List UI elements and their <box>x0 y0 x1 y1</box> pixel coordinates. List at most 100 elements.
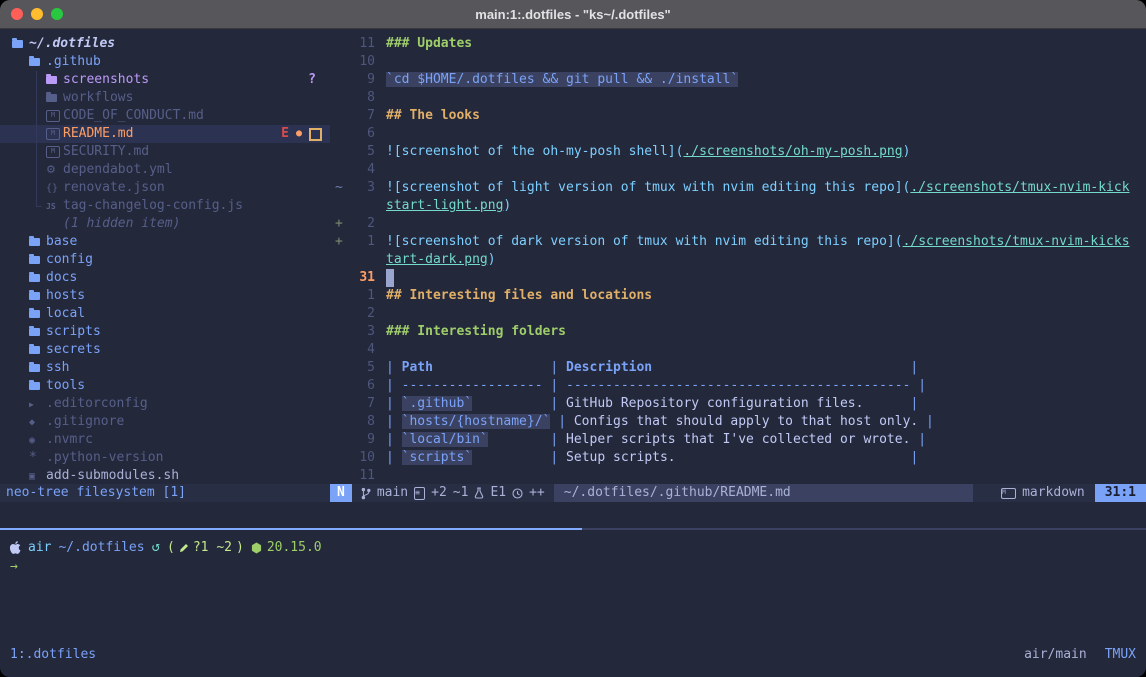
gutter-sign <box>330 161 349 179</box>
tmux-session-name: air/main <box>1024 645 1087 664</box>
editor-line[interactable]: 11### Updates <box>330 35 1146 53</box>
editor-line[interactable]: 1 ## Interesting files and locations <box>330 287 1146 305</box>
editor-line[interactable]: 8| `hosts/{hostname}/` | Configs that sh… <box>330 413 1146 431</box>
tree-item[interactable]: tag-changelog-config.js <box>0 197 330 215</box>
tree-item[interactable]: (1 hidden item) <box>0 215 330 233</box>
editor-line[interactable]: +2 <box>330 215 1146 233</box>
line-number: 2 <box>349 215 375 233</box>
tree-item[interactable]: .github <box>0 53 330 71</box>
markdown-icon <box>1001 488 1016 499</box>
tree-item[interactable]: base <box>0 233 330 251</box>
diff-changed: ~1 <box>453 484 469 502</box>
tree-item[interactable]: .python-version <box>0 449 330 467</box>
tree-item[interactable]: scripts <box>0 323 330 341</box>
tree-item[interactable]: ssh <box>0 359 330 377</box>
tree-item-label: secrets <box>46 341 101 359</box>
prompt-input-line[interactable]: → <box>10 557 1146 576</box>
line-number: 1 <box>349 287 375 305</box>
tree-item[interactable]: tools <box>0 377 330 395</box>
editor-line[interactable]: ~3![screenshot of light version of tmux … <box>330 179 1146 197</box>
line-number: 9 <box>349 71 375 89</box>
editor-line[interactable]: 8 <box>330 89 1146 107</box>
editor-line[interactable]: tart-dark.png) <box>330 251 1146 269</box>
editor-line[interactable]: 3 ### Interesting folders <box>330 323 1146 341</box>
tree-item[interactable]: .editorconfig <box>0 395 330 413</box>
prompt-host: air <box>28 538 51 557</box>
tree-item[interactable]: .nvmrc <box>0 431 330 449</box>
tree-item[interactable]: secrets <box>0 341 330 359</box>
syntax-span: ./screenshots/oh-my-posh.png <box>683 144 902 159</box>
shell-pane[interactable]: air ~/.dotfiles ↺ (?1 ~2) 20.15.0 → 1:.d… <box>0 530 1146 677</box>
editor-line[interactable]: 6| ------------------ | ----------------… <box>330 377 1146 395</box>
tree-item[interactable]: SECURITY.md <box>0 143 330 161</box>
window-title: main:1:.dotfiles - "ks~/.dotfiles" <box>0 7 1146 22</box>
gutter-sign <box>330 269 349 287</box>
syntax-span: `local/bin` <box>402 432 488 447</box>
line-number: 3 <box>349 323 375 341</box>
diagnostics-count: E1 <box>490 484 506 502</box>
mode-indicator: N <box>330 484 352 502</box>
gutter-sign <box>330 359 349 377</box>
editor-line[interactable]: 9`cd $HOME/.dotfiles && git pull && ./in… <box>330 71 1146 89</box>
syntax-span: | <box>910 396 918 411</box>
syntax-span: ./screenshots/tmux-nvim-kick <box>910 180 1129 195</box>
tree-item[interactable]: workflows <box>0 89 330 107</box>
syntax-span: ./screenshots/tmux-nvim-kicks <box>903 234 1130 249</box>
line-number: 5 <box>349 359 375 377</box>
editor-line[interactable]: 10 <box>330 53 1146 71</box>
tree-item[interactable]: add-submodules.sh <box>0 467 330 484</box>
syntax-span: Setup scripts. <box>566 450 676 465</box>
tree-item-label: ~/.dotfiles <box>29 35 115 53</box>
tree-item[interactable]: CODE_OF_CONDUCT.md <box>0 107 330 125</box>
star-icon <box>29 449 46 467</box>
editor-line[interactable]: start-light.png) <box>330 197 1146 215</box>
gutter-sign <box>330 305 349 323</box>
pencil-icon <box>179 543 189 553</box>
tree-item[interactable]: hosts <box>0 287 330 305</box>
indent-guide <box>36 89 37 107</box>
editor-line[interactable]: 11 <box>330 467 1146 484</box>
tree-item[interactable]: ~/.dotfiles <box>0 35 330 53</box>
folder-icon <box>29 238 46 246</box>
tree-item[interactable]: dependabot.yml <box>0 161 330 179</box>
editor-line[interactable]: 4 <box>330 341 1146 359</box>
editor-line[interactable]: 10| `scripts` | Setup scripts. | <box>330 449 1146 467</box>
md-icon <box>46 110 63 122</box>
tree-item[interactable]: local <box>0 305 330 323</box>
syntax-span: | <box>550 414 573 429</box>
syntax-span: | <box>550 450 566 465</box>
editor-line[interactable]: 4 <box>330 161 1146 179</box>
editor-line[interactable]: 2 <box>330 305 1146 323</box>
syntax-span: | <box>386 396 402 411</box>
diff-added: +2 <box>431 484 447 502</box>
syntax-span: ### Updates <box>386 36 472 51</box>
line-text: ### Interesting folders <box>386 323 566 341</box>
syntax-span <box>472 450 550 465</box>
tree-item[interactable]: .gitignore <box>0 413 330 431</box>
tree-item[interactable]: renovate.json <box>0 179 330 197</box>
tree-item[interactable]: README.mdE● <box>0 125 330 143</box>
syntax-span: GitHub Repository configuration files. <box>566 396 863 411</box>
editor-line[interactable]: 6 <box>330 125 1146 143</box>
syntax-span: | <box>910 360 918 375</box>
tmux-window-tab[interactable]: 1:.dotfiles <box>10 645 96 664</box>
editor-line[interactable]: +1![screenshot of dark version of tmux w… <box>330 233 1146 251</box>
editor-line[interactable]: 7| `.github` | GitHub Repository configu… <box>330 395 1146 413</box>
editor-buffer[interactable]: 11### Updates 10 9`cd $HOME/.dotfiles &&… <box>330 29 1146 484</box>
editor-line[interactable]: 5![screenshot of the oh-my-posh shell](.… <box>330 143 1146 161</box>
line-number: 5 <box>349 143 375 161</box>
editor-line[interactable]: 31 <box>330 269 1146 287</box>
syntax-span: | <box>910 450 918 465</box>
line-text: tart-dark.png) <box>386 251 496 269</box>
line-text: ## The looks <box>386 107 480 125</box>
line-text: ## Interesting files and locations <box>386 287 652 305</box>
tree-item[interactable]: screenshots? <box>0 71 330 89</box>
tree-item[interactable]: docs <box>0 269 330 287</box>
tree-item[interactable]: config <box>0 251 330 269</box>
editor-line[interactable]: 5| Path | Description | <box>330 359 1146 377</box>
tree-item-label: add-submodules.sh <box>46 467 179 484</box>
editor-line[interactable]: 9| `local/bin` | Helper scripts that I'v… <box>330 431 1146 449</box>
indent-guide <box>36 125 37 143</box>
syntax-span: Path <box>402 360 433 375</box>
editor-line[interactable]: 7## The looks <box>330 107 1146 125</box>
